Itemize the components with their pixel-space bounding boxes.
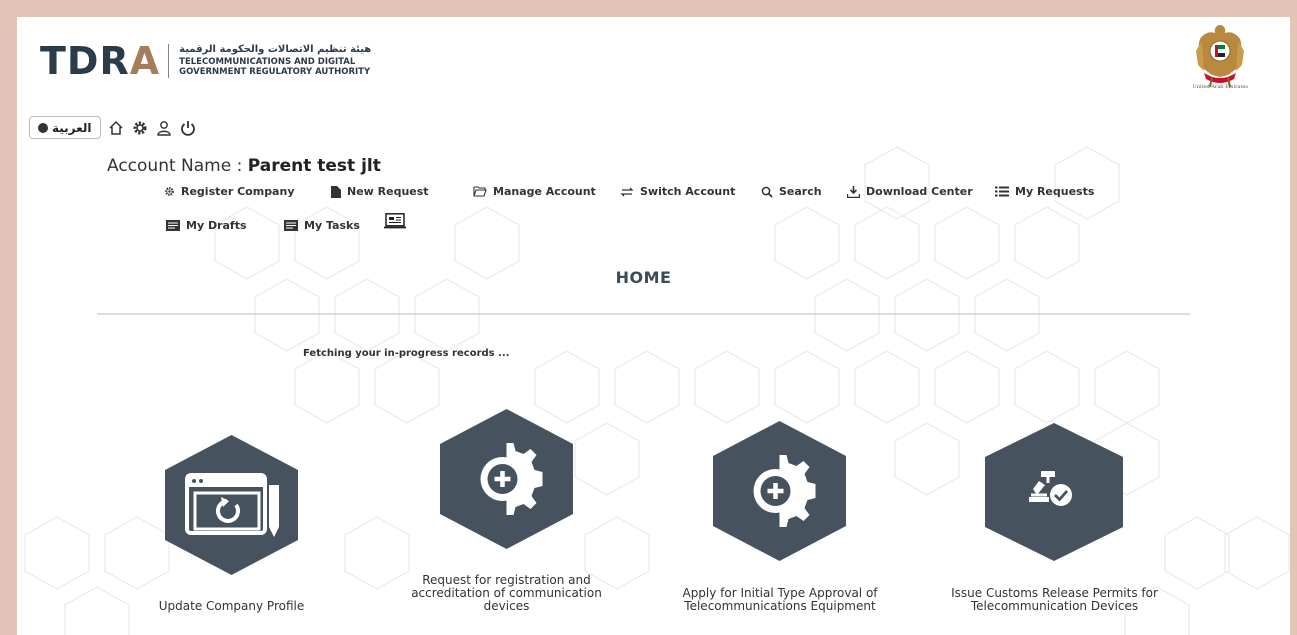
menu-search-label: Search [779, 185, 822, 198]
service-type-approval-line2: Telecommunications Equipment [684, 599, 876, 613]
menu-my-drafts[interactable]: My Drafts [166, 219, 247, 232]
home-icon[interactable] [107, 119, 125, 137]
service-customs-line2: Telecommunication Devices [970, 599, 1139, 613]
user-icon[interactable] [155, 119, 173, 137]
account-name-label: Account Name : [107, 156, 248, 176]
menu-download-center-label: Download Center [866, 185, 973, 198]
service-registration-label: Request for registration and accreditati… [405, 574, 608, 613]
menu-dashboard[interactable] [384, 213, 406, 229]
logo-arabic-name: هيئة تنظيم الاتصالات والحكومة الرقمية [179, 44, 372, 55]
menu-new-request-label: New Request [347, 185, 429, 198]
menu-new-request[interactable]: New Request [331, 185, 429, 198]
logo-text: هيئة تنظيم الاتصالات والحكومة الرقمية TE… [179, 44, 372, 78]
language-label: العربية [52, 120, 92, 135]
account-name: Account Name : Parent test jlt [107, 156, 381, 176]
folder-open-icon [473, 186, 487, 197]
logo-english-line1: TELECOMMUNICATIONS AND DIGITAL [179, 57, 356, 67]
settings-icon[interactable] [131, 119, 149, 137]
logo-english-line2: GOVERNMENT REGULATORY AUTHORITY [179, 67, 371, 77]
menu-my-requests[interactable]: My Requests [995, 185, 1094, 198]
service-type-approval-label: Apply for Initial Type Approval of Telec… [677, 587, 883, 613]
page: TDRA هيئة تنظيم الاتصالات والحكومة الرقم… [17, 17, 1290, 635]
menu-download-center[interactable]: Download Center [847, 185, 973, 198]
service-customs-label: Issue Customs Release Permits for Teleco… [945, 587, 1164, 613]
account-name-value: Parent test jlt [247, 156, 381, 176]
download-icon [847, 185, 860, 198]
menu-register-company[interactable]: Register Company [164, 185, 295, 198]
update-profile-icon [165, 435, 298, 575]
menu-switch-account-label: Switch Account [640, 185, 736, 198]
customs-permit-icon [985, 423, 1123, 561]
loading-status: Fetching your in-progress records ... [303, 348, 510, 359]
menu-switch-account[interactable]: Switch Account [620, 185, 735, 198]
list-icon [995, 186, 1009, 197]
menu-my-requests-label: My Requests [1015, 185, 1095, 198]
menu-manage-account-label: Manage Account [493, 185, 596, 198]
dashboard-screen-icon [384, 213, 406, 229]
menu-search[interactable]: Search [761, 185, 822, 198]
title-divider [97, 313, 1190, 315]
logo-divider [168, 44, 170, 78]
power-icon[interactable] [179, 119, 197, 137]
registration-gear-plus-icon [440, 409, 573, 549]
tdra-logo[interactable]: TDRA هيئة تنظيم الاتصالات والحكومة الرقم… [40, 39, 371, 83]
switch-arrows-icon [620, 187, 634, 196]
logo-wordmark: TDRA [40, 39, 161, 83]
file-icon [331, 185, 341, 198]
type-approval-gear-plus-icon [713, 421, 846, 561]
drafts-icon [166, 220, 180, 231]
search-icon [761, 186, 773, 198]
page-title: HOME [615, 268, 672, 287]
menu-register-company-label: Register Company [181, 185, 295, 198]
menu-my-tasks-label: My Tasks [304, 219, 360, 232]
emblem-caption: United Arab Emirates [1192, 84, 1248, 90]
cog-icon [165, 187, 174, 196]
tasks-icon [284, 220, 298, 231]
menu-my-tasks[interactable]: My Tasks [284, 219, 360, 232]
menu-my-drafts-label: My Drafts [186, 219, 247, 232]
menu-manage-account[interactable]: Manage Account [473, 185, 596, 198]
globe-icon [38, 122, 48, 133]
language-toggle-button[interactable]: العربية [29, 116, 101, 139]
service-update-profile-label: Update Company Profile [158, 599, 305, 613]
top-toolbar: العربية [29, 116, 197, 139]
uae-emblem-icon [1196, 25, 1244, 88]
service-registration-line3: devices [483, 599, 530, 613]
